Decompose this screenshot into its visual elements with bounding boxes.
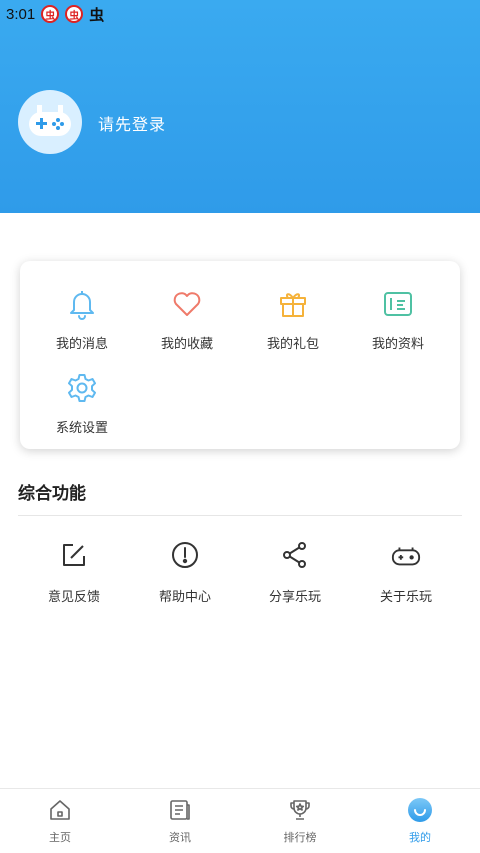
menu-item-profile[interactable]: 我的资料 [343,287,453,352]
news-icon [167,797,193,823]
menu-item-settings[interactable]: 系统设置 [27,371,137,436]
menu-item-label: 系统设置 [55,421,108,436]
function-label: 帮助中心 [158,590,211,605]
profile-icon [407,797,433,823]
tab-label: 资讯 [169,831,191,844]
gamepad-icon [391,540,421,570]
function-about[interactable]: 关于乐玩 [351,540,461,605]
bottom-tab-bar: 主页 资讯 排行榜 我的 [0,788,480,853]
bell-icon [65,287,99,321]
function-help[interactable]: 帮助中心 [130,540,240,605]
profile-card-icon [381,287,415,321]
tab-label: 主页 [49,831,71,844]
status-bar: 3:01 虫 虫 虫 [6,4,104,24]
share-icon [280,540,310,570]
quick-menu-card: 我的消息 我的收藏 我的礼包 我的资料 系统设置 [20,261,460,449]
tab-news[interactable]: 资讯 [120,789,240,853]
gift-icon [276,287,310,321]
notification-icon: 虫 [41,5,60,23]
function-share[interactable]: 分享乐玩 [240,540,350,605]
menu-item-favorites[interactable]: 我的收藏 [132,287,242,352]
tab-label: 排行榜 [283,831,317,844]
home-icon [47,797,73,823]
tab-ranking[interactable]: 排行榜 [240,789,360,853]
tab-mine[interactable]: 我的 [360,789,480,853]
status-time: 3:01 [6,5,36,23]
app-status-icon: 虫 [89,5,105,24]
menu-item-label: 我的收藏 [160,337,213,352]
tab-home[interactable]: 主页 [0,789,120,853]
trophy-icon [287,797,313,823]
avatar[interactable] [18,90,82,154]
gamepad-avatar-icon [29,105,71,136]
edit-icon [59,540,89,570]
info-icon [170,540,200,570]
function-label: 分享乐玩 [268,590,321,605]
login-prompt[interactable]: 请先登录 [98,111,166,135]
menu-item-label: 我的消息 [55,337,108,352]
function-feedback[interactable]: 意见反馈 [19,540,129,605]
profile-header: 3:01 虫 虫 虫 请先登录 [0,0,480,213]
menu-item-label: 我的资料 [371,337,424,352]
menu-item-messages[interactable]: 我的消息 [27,287,137,352]
tab-label: 我的 [409,831,431,844]
notification-icon-2: 虫 [65,5,84,23]
heart-icon [170,287,204,321]
gear-icon [65,371,99,405]
menu-item-label: 我的礼包 [266,337,319,352]
section-title: 综合功能 [18,484,86,504]
function-label: 意见反馈 [47,590,100,605]
divider [18,515,462,516]
function-label: 关于乐玩 [379,590,432,605]
menu-item-gifts[interactable]: 我的礼包 [238,287,348,352]
